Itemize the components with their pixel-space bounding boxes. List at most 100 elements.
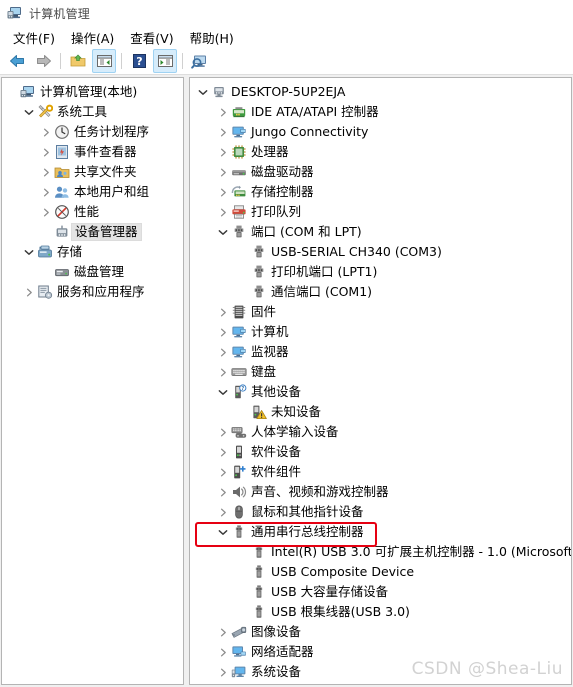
help-button[interactable]: ? [127, 49, 151, 73]
forward-button[interactable] [31, 49, 55, 73]
back-button[interactable] [5, 49, 29, 73]
chevron-down-icon[interactable] [22, 102, 36, 122]
chevron-right-icon[interactable] [39, 142, 53, 162]
device-leaf-intel-usb30-host-controller-label: Intel(R) USB 3.0 可扩展主机控制器 - 1.0 (Microso… [271, 543, 572, 559]
device-node-usb-controllers[interactable]: 通用串行总线控制器 [190, 522, 571, 542]
device-node-keyboards-label: 键盘 [251, 363, 277, 379]
services-apps-icon [36, 284, 53, 300]
sidebar-item-storage[interactable]: 存储 [2, 242, 183, 262]
chevron-down-icon[interactable] [196, 82, 210, 102]
chevron-right-icon[interactable] [216, 102, 230, 122]
chevron-right-icon[interactable] [216, 662, 230, 682]
device-node-network-adapters-label: 网络适配器 [251, 643, 314, 659]
device-node-software-components-label: 软件组件 [251, 463, 302, 479]
chevron-right-icon[interactable] [39, 162, 53, 182]
usb-icon [250, 604, 267, 620]
chevron-placeholder [236, 262, 250, 282]
device-node-software-devices[interactable]: 软件设备 [190, 442, 571, 462]
chevron-right-icon[interactable] [216, 302, 230, 322]
sidebar-item-shared-folders[interactable]: 共享文件夹 [2, 162, 183, 182]
device-node-processors[interactable]: 处理器 [190, 142, 571, 162]
device-node-ide-controllers[interactable]: IDE ATA/ATAPI 控制器 [190, 102, 571, 122]
chevron-right-icon[interactable] [216, 182, 230, 202]
chevron-right-icon[interactable] [39, 182, 53, 202]
device-leaf-communications-port-com1[interactable]: 通信端口 (COM1) [190, 282, 571, 302]
chevron-placeholder [236, 602, 250, 622]
sidebar-item-computer-management[interactable]: 计算机管理(本地) [2, 82, 183, 102]
sidebar-item-services-applications[interactable]: 服务和应用程序 [2, 282, 183, 302]
menu-action[interactable]: 操作(A) [63, 26, 122, 49]
sidebar-item-task-scheduler[interactable]: 任务计划程序 [2, 122, 183, 142]
sidebar-item-local-users-groups-label: 本地用户和组 [74, 183, 150, 199]
chevron-right-icon[interactable] [216, 422, 230, 442]
chevron-right-icon[interactable] [216, 362, 230, 382]
chevron-right-icon[interactable] [39, 122, 53, 142]
device-node-imaging-devices[interactable]: 图像设备 [190, 622, 571, 642]
device-node-firmware[interactable]: 固件 [190, 302, 571, 322]
chevron-down-icon[interactable] [216, 222, 230, 242]
chevron-right-icon[interactable] [216, 502, 230, 522]
chevron-right-icon[interactable] [216, 622, 230, 642]
chevron-right-icon[interactable] [216, 122, 230, 142]
device-leaf-usb-mass-storage[interactable]: USB 大容量存储设备 [190, 582, 571, 602]
device-node-keyboards[interactable]: 键盘 [190, 362, 571, 382]
chevron-right-icon[interactable] [216, 342, 230, 362]
chevron-right-icon[interactable] [216, 642, 230, 662]
menu-view[interactable]: 查看(V) [122, 26, 181, 49]
device-node-disk-drives[interactable]: 磁盘驱动器 [190, 162, 571, 182]
chevron-right-icon[interactable] [39, 202, 53, 222]
chevron-right-icon[interactable] [22, 282, 36, 302]
device-node-other-devices[interactable]: ? 其他设备 [190, 382, 571, 402]
usb-icon [250, 584, 267, 600]
device-node-computer-label: 计算机 [251, 323, 289, 339]
sidebar-item-performance[interactable]: 性能 [2, 202, 183, 222]
chevron-right-icon[interactable] [216, 162, 230, 182]
device-tree-pane: DESKTOP-5UP2EJA IDE ATA/ATAPI 控制器 Jungo Co… [189, 77, 572, 685]
device-node-hid[interactable]: 人体学输入设备 [190, 422, 571, 442]
device-node-sound-video-game-controllers[interactable]: 声音、视频和游戏控制器 [190, 482, 571, 502]
device-node-mice-label: 鼠标和其他指针设备 [251, 503, 364, 519]
chevron-down-icon[interactable] [22, 242, 36, 262]
sidebar-item-system-tools[interactable]: 系统工具 [2, 102, 183, 122]
device-node-print-queues-label: 打印队列 [251, 203, 302, 219]
device-leaf-usb-serial-ch340[interactable]: USB-SERIAL CH340 (COM3) [190, 242, 571, 262]
chevron-down-icon[interactable] [216, 382, 230, 402]
device-node-print-queues[interactable]: 打印队列 [190, 202, 571, 222]
device-node-ports[interactable]: 端口 (COM 和 LPT) [190, 222, 571, 242]
usb-icon [250, 564, 267, 580]
chevron-right-icon[interactable] [216, 142, 230, 162]
show-hide-console-tree-button[interactable] [92, 49, 116, 73]
chevron-right-icon[interactable] [216, 482, 230, 502]
software-component-icon [230, 464, 247, 480]
device-leaf-usb-composite-device[interactable]: USB Composite Device [190, 562, 571, 582]
chevron-placeholder [236, 582, 250, 602]
device-node-computer[interactable]: 计算机 [190, 322, 571, 342]
device-node-desktop[interactable]: DESKTOP-5UP2EJA [190, 82, 571, 102]
disk-drive-icon [230, 164, 247, 180]
menu-help[interactable]: 帮助(H) [182, 26, 242, 49]
chevron-right-icon[interactable] [216, 322, 230, 342]
sidebar-item-local-users-groups[interactable]: 本地用户和组 [2, 182, 183, 202]
device-node-jungo-connectivity[interactable]: Jungo Connectivity [190, 122, 571, 142]
device-node-monitors[interactable]: 监视器 [190, 342, 571, 362]
device-node-mice[interactable]: 鼠标和其他指针设备 [190, 502, 571, 522]
device-leaf-usb-root-hub[interactable]: USB 根集线器(USB 3.0) [190, 602, 571, 622]
device-node-software-devices-label: 软件设备 [251, 443, 302, 459]
up-folder-button[interactable] [66, 49, 90, 73]
device-leaf-unknown-device[interactable]: 未知设备 [190, 402, 571, 422]
firmware-icon [230, 304, 247, 320]
device-node-storage-controllers[interactable]: 存储控制器 [190, 182, 571, 202]
device-leaf-intel-usb30-host-controller[interactable]: Intel(R) USB 3.0 可扩展主机控制器 - 1.0 (Microso… [190, 542, 571, 562]
menu-file[interactable]: 文件(F) [5, 26, 63, 49]
device-leaf-printer-port-lpt1[interactable]: 打印机端口 (LPT1) [190, 262, 571, 282]
show-action-pane-button[interactable] [153, 49, 177, 73]
chevron-right-icon[interactable] [216, 202, 230, 222]
sidebar-item-disk-management[interactable]: 磁盘管理 [2, 262, 183, 282]
chevron-right-icon[interactable] [216, 462, 230, 482]
sidebar-item-event-viewer[interactable]: 事件查看器 [2, 142, 183, 162]
scan-hardware-changes-button[interactable] [188, 49, 212, 73]
chevron-right-icon[interactable] [216, 442, 230, 462]
sidebar-item-device-manager[interactable]: 设备管理器 [2, 222, 183, 242]
device-node-software-components[interactable]: 软件组件 [190, 462, 571, 482]
chevron-down-icon[interactable] [216, 522, 230, 542]
